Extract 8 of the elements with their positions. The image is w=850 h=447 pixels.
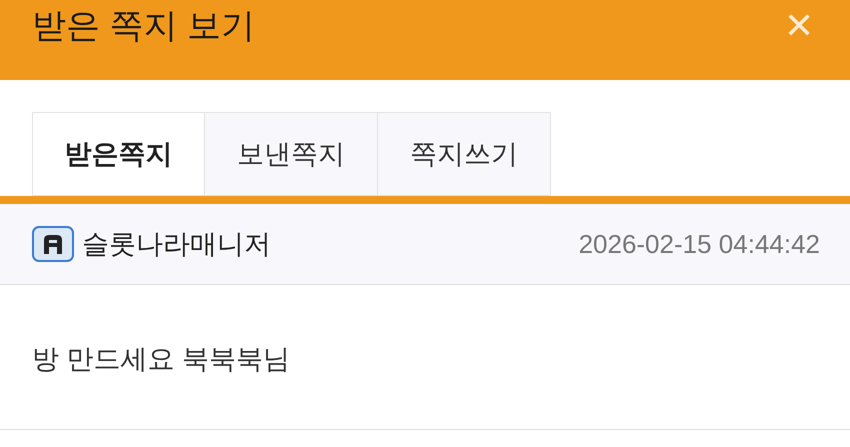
sender-name: 슬롯나라매니저: [82, 228, 271, 261]
tab[interactable]: 보낸쪽지: [205, 112, 378, 196]
message-date: 2026-02-15 04:44:42: [578, 228, 820, 260]
tab[interactable]: 받은쪽지: [32, 112, 205, 196]
tab[interactable]: 쪽지쓰기: [378, 112, 551, 196]
message-body: 방 만드세요 북북북님: [32, 342, 290, 376]
window-title: 받은 쪽지 보기: [32, 6, 255, 46]
letter-a-icon: [32, 226, 74, 262]
